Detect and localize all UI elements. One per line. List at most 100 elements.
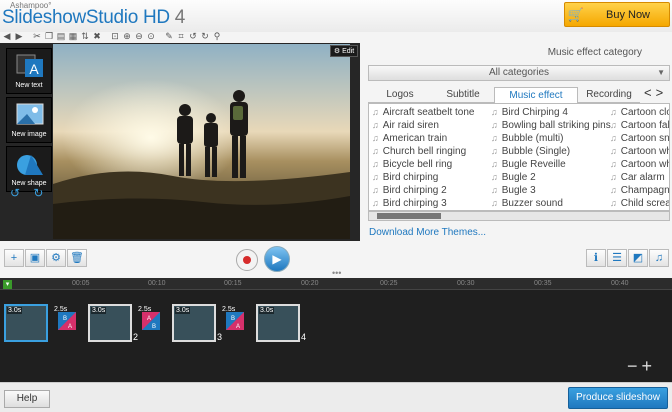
effect-label: American train	[382, 133, 448, 144]
effect-item[interactable]: ♫ Air raid siren	[372, 119, 474, 132]
slide-thumbnail[interactable]: 3.0s 3	[172, 304, 222, 342]
paste-icon[interactable]: ▤	[56, 31, 66, 41]
tab-logos[interactable]: Logos	[368, 87, 432, 103]
effect-item[interactable]: ♫ Bubble (Single)	[491, 145, 611, 158]
zoom-out-icon[interactable]: ⊖	[134, 31, 144, 41]
effect-item[interactable]: ♫ Bicycle bell ring	[372, 158, 474, 171]
play-button[interactable]: ▶	[264, 246, 290, 272]
effect-item[interactable]: ♫ Car alarm	[610, 171, 669, 184]
add-media-button[interactable]: ▣	[25, 249, 45, 267]
music-note-icon: ♫	[491, 133, 498, 143]
timeline: ▾ 00:05 00:10 00:15 00:20 00:25 00:30 00…	[0, 278, 672, 382]
tab-nav: < >	[644, 85, 672, 101]
effect-item[interactable]: ♫ Bird chirping 2	[372, 184, 474, 197]
delete-slide-button[interactable]: 🗑	[67, 249, 87, 267]
transition-button[interactable]: ◩	[628, 249, 648, 267]
music-note-icon: ♫	[491, 172, 498, 182]
delete-icon[interactable]: ✖	[92, 31, 102, 41]
new-text-button[interactable]: A New text	[6, 48, 52, 94]
effect-item[interactable]: ♫Child scream	[610, 197, 669, 210]
slide-thumbnail[interactable]: 3.0s	[4, 304, 48, 342]
transition-icon[interactable]: BA	[58, 312, 76, 330]
edit-button[interactable]: ⚙ Edit	[330, 45, 358, 57]
category-select[interactable]: All categories ▼	[368, 65, 670, 81]
effects-scrollbar[interactable]	[368, 211, 670, 221]
ruler-mark: 00:40	[611, 280, 629, 287]
tab-next-icon[interactable]: >	[656, 85, 664, 101]
new-image-label: New image	[11, 131, 47, 138]
effect-label: Bugle Reveille	[501, 159, 566, 170]
zoom-fit-icon[interactable]: ⊡	[110, 31, 120, 41]
ruler-mark: 00:05	[72, 280, 90, 287]
effect-item[interactable]: ♫ Champagne	[610, 184, 669, 197]
effect-item[interactable]: ♫ Bugle 3	[491, 184, 611, 197]
settings-button[interactable]: ⚙	[46, 249, 66, 267]
music-note-icon: ♫	[372, 172, 379, 182]
help-button[interactable]: Help	[4, 390, 50, 408]
buy-now-button[interactable]: 🛒 Buy Now	[564, 2, 670, 27]
effect-label: Air raid siren	[382, 120, 439, 131]
cut-icon[interactable]: ✂	[32, 31, 42, 41]
transition-icon[interactable]: AB	[142, 312, 160, 330]
tab-music-effect[interactable]: Music effect	[494, 87, 578, 103]
produce-slideshow-button[interactable]: Produce slideshow	[568, 387, 668, 409]
effect-item[interactable]: ♫ Bubble (multi)	[491, 132, 611, 145]
music-note-icon: ♫	[491, 198, 498, 208]
effect-item[interactable]: ♫ Buzzer sound	[491, 197, 611, 210]
tab-prev-icon[interactable]: <	[644, 85, 652, 101]
rotate-left-stage-icon[interactable]: ↺	[10, 186, 20, 200]
effect-item[interactable]: ♫ Bowling ball striking pins	[491, 119, 611, 132]
effect-item[interactable]: ♫Cartoon whis	[610, 145, 669, 158]
scrollbar-thumb[interactable]	[377, 213, 441, 219]
crop-icon[interactable]: ⌗	[176, 31, 186, 41]
rotate-left-icon[interactable]: ↺	[188, 31, 198, 41]
slide-thumbnail[interactable]: 3.0s 2	[88, 304, 138, 342]
music-note-icon: ♫	[372, 133, 379, 143]
effect-item[interactable]: ♫Cartoon snea	[610, 132, 669, 145]
music-note-icon: ♫	[491, 107, 498, 117]
transition-icon[interactable]: BA	[226, 312, 244, 330]
edit-image-icon[interactable]: ✎	[164, 31, 174, 41]
splitter-handle[interactable]: •••	[332, 268, 341, 278]
move-icon[interactable]: ⇅	[80, 31, 90, 41]
tab-subtitle[interactable]: Subtitle	[432, 87, 494, 103]
effect-item[interactable]: ♫Cartoon cloc	[610, 106, 669, 119]
tab-recording[interactable]: Recording	[578, 87, 640, 103]
back-icon[interactable]: ◀	[2, 31, 12, 41]
app-hd: HD	[142, 7, 170, 28]
timeline-zoom-controls[interactable]: −+	[627, 356, 656, 377]
music-button[interactable]: ♫	[649, 249, 669, 267]
effect-label: Car alarm	[620, 172, 665, 183]
effects-column-2: ♫ Bird Chirping 4 ♫ Bowling ball striking p…	[491, 106, 611, 210]
effect-item[interactable]: ♫Cartoon whis	[610, 158, 669, 171]
rotate-right-icon[interactable]: ↻	[200, 31, 210, 41]
zoom-100-icon[interactable]: ⊙	[146, 31, 156, 41]
record-button[interactable]	[236, 249, 258, 271]
start-marker[interactable]: ▾	[3, 280, 12, 289]
title-bar: Ashampoo° SlideshowStudio HD 4 🛒 Buy Now	[0, 0, 672, 32]
effect-item[interactable]: ♫ Bird chirping 3	[372, 197, 474, 210]
effect-item[interactable]: ♫ Cartoon falli	[610, 119, 669, 132]
effect-item[interactable]: ♫ Bugle Reveille	[491, 158, 611, 171]
info-button[interactable]: ℹ	[586, 249, 606, 267]
download-themes-link[interactable]: Download More Themes...	[369, 227, 486, 238]
image-icon	[16, 103, 44, 125]
zoom-in-icon[interactable]: ⊕	[122, 31, 132, 41]
list-view-button[interactable]: ☰	[607, 249, 627, 267]
copy-icon[interactable]: ❐	[44, 31, 54, 41]
effect-item[interactable]: ♫ Aircraft seatbelt tone	[372, 106, 474, 119]
forward-icon[interactable]: ▶	[14, 31, 24, 41]
effect-item[interactable]: ♫ American train	[372, 132, 474, 145]
effect-item[interactable]: ♫ Bird Chirping 4	[491, 106, 611, 119]
effect-item[interactable]: ♫ Bird chirping	[372, 171, 474, 184]
add-slide-button[interactable]: +	[4, 249, 24, 267]
toolbar-separator	[104, 31, 108, 41]
effect-item[interactable]: ♫ Church bell ringing	[372, 145, 474, 158]
rotate-right-stage-icon[interactable]: ↻	[33, 186, 43, 200]
new-image-button[interactable]: New image	[6, 97, 52, 143]
pin-icon[interactable]: ⚲	[212, 31, 222, 41]
slide-thumbnail[interactable]: 3.0s 4	[256, 304, 306, 342]
clipboard-icon[interactable]: ▦	[68, 31, 78, 41]
effect-item[interactable]: ♫ Bugle 2	[491, 171, 611, 184]
music-note-icon: ♫	[372, 120, 379, 130]
